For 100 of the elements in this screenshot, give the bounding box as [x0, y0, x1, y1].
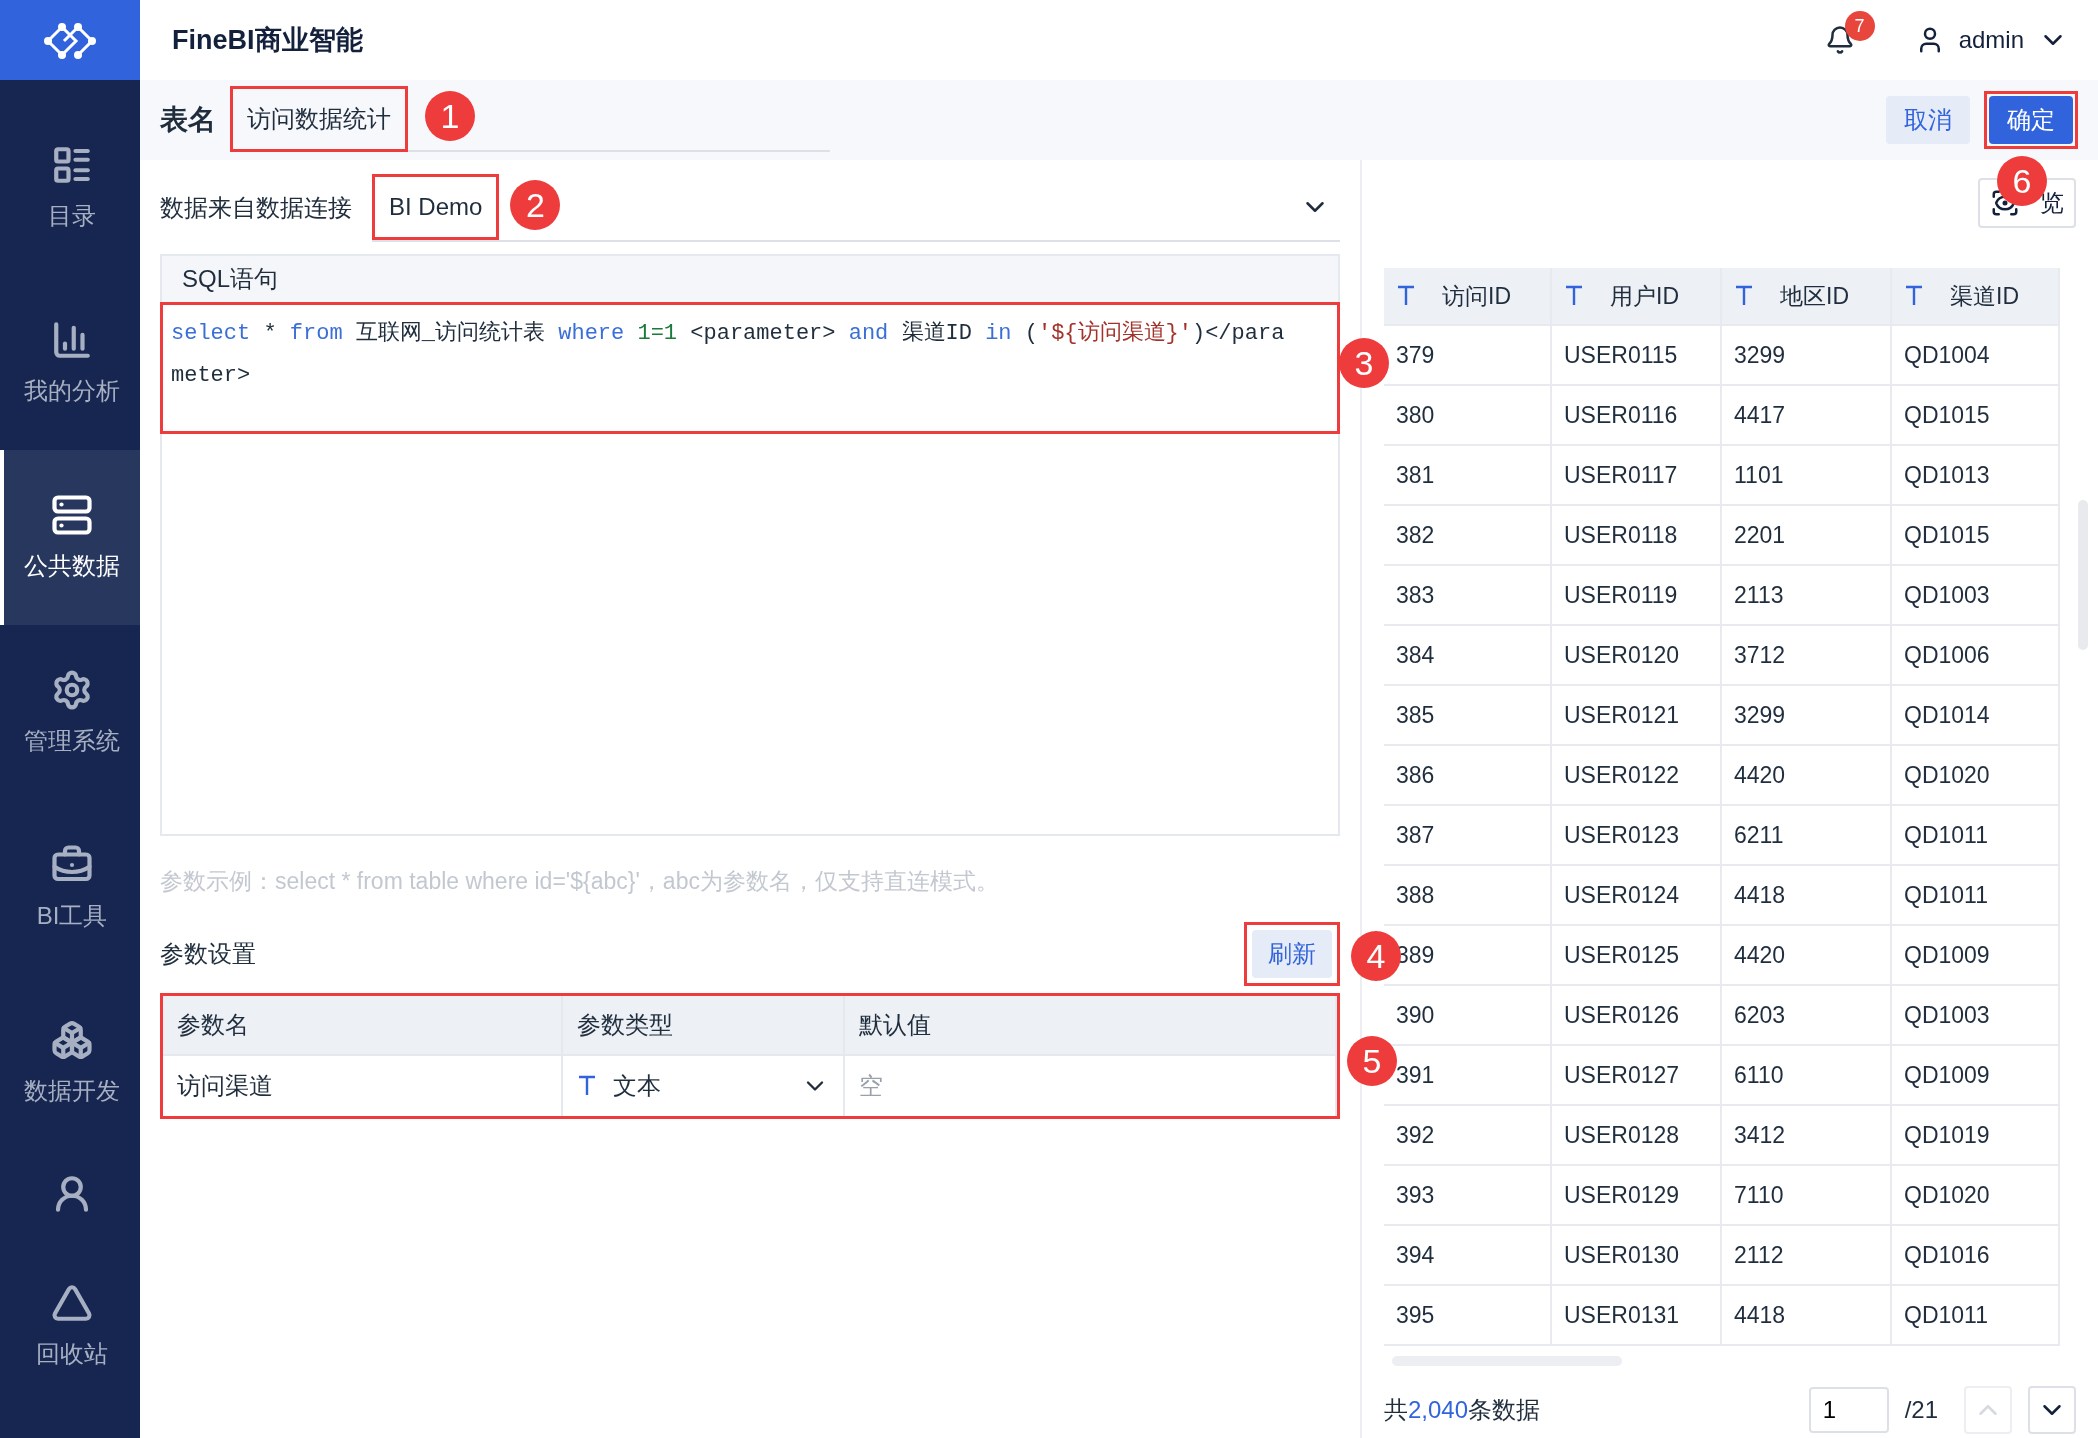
- sidebar-label: 我的分析: [24, 375, 120, 406]
- notification-badge: 7: [1844, 11, 1875, 41]
- table-cell: USER0122: [1552, 746, 1722, 804]
- table-cell: QD1020: [1892, 746, 2060, 804]
- table-cell: 386: [1384, 746, 1552, 804]
- sidebar-label: 目录: [48, 200, 96, 231]
- table-cell: 4418: [1722, 866, 1892, 924]
- table-cell: USER0117: [1552, 446, 1722, 504]
- table-cell: QD1003: [1892, 986, 2060, 1044]
- table-cell: 7110: [1722, 1166, 1892, 1224]
- cancel-button[interactable]: 取消: [1886, 96, 1970, 144]
- column-header: 用户ID: [1552, 268, 1722, 324]
- table-cell: 4420: [1722, 746, 1892, 804]
- table-cell: 380: [1384, 386, 1552, 444]
- table-cell: 390: [1384, 986, 1552, 1044]
- confirm-button[interactable]: 确定: [1989, 96, 2073, 144]
- parameter-hint: 参数示例：select * from table where id='${abc}'，abc为参数名，仅支持直连模式。: [160, 867, 1000, 896]
- sidebar-item[interactable]: 管理系统: [0, 625, 140, 800]
- parameter-name: 访问渠道: [163, 1056, 563, 1116]
- table-cell: 395: [1384, 1286, 1552, 1344]
- table-cell: USER0124: [1552, 866, 1722, 924]
- table-cell: 382: [1384, 506, 1552, 564]
- column-header: 访问ID: [1384, 268, 1552, 324]
- table-cell: QD1016: [1892, 1226, 2060, 1284]
- table-cell: QD1009: [1892, 926, 2060, 984]
- text-type-icon: [1734, 285, 1754, 307]
- table-cell: USER0123: [1552, 806, 1722, 864]
- sidebar-label: 回收站: [36, 1338, 108, 1369]
- connection-value: BI Demo: [388, 192, 484, 222]
- gear-icon: [51, 668, 93, 711]
- table-cell: USER0131: [1552, 1286, 1722, 1344]
- table-cell: QD1014: [1892, 686, 2060, 744]
- sidebar-item[interactable]: 回收站: [0, 1238, 140, 1413]
- column-header: 参数名: [163, 996, 563, 1054]
- table-cell: 381: [1384, 446, 1552, 504]
- table-cell: QD1013: [1892, 446, 2060, 504]
- table-cell: 6203: [1722, 986, 1892, 1044]
- record-count: 共2,040条数据: [1384, 1395, 1541, 1425]
- table-name-input[interactable]: 访问数据统计: [233, 89, 405, 149]
- type-select[interactable]: 文本: [563, 1056, 845, 1116]
- table-cell: USER0116: [1552, 386, 1722, 444]
- sql-editor-title: SQL语句: [162, 256, 1338, 302]
- sidebar-item[interactable]: BI工具: [0, 800, 140, 975]
- table-cell: USER0129: [1552, 1166, 1722, 1224]
- table-cell: USER0120: [1552, 626, 1722, 684]
- column-header: 默认值: [845, 996, 1337, 1054]
- page-total: /21: [1904, 1396, 1938, 1424]
- table-cell: 394: [1384, 1226, 1552, 1284]
- callout-number: 2: [510, 180, 561, 230]
- table-cell: QD1011: [1892, 866, 2060, 924]
- table-cell: 3412: [1722, 1106, 1892, 1164]
- table-name-label: 表名: [160, 103, 216, 137]
- callout-number: 5: [1347, 1036, 1397, 1086]
- table-cell: USER0128: [1552, 1106, 1722, 1164]
- table-cell: 393: [1384, 1166, 1552, 1224]
- table-cell: QD1019: [1892, 1106, 2060, 1164]
- table-cell: 2113: [1722, 566, 1892, 624]
- user-menu[interactable]: admin: [1914, 25, 2068, 55]
- table-cell: USER0125: [1552, 926, 1722, 984]
- table-cell: 6211: [1722, 806, 1892, 864]
- table-cell: 6110: [1722, 1046, 1892, 1104]
- sql-code: select * from 互联网_访问统计表 where 1=1 <parameter> and 渠道ID in ('${访问渠道}')</parameter>: [170, 319, 1286, 390]
- table-cell: QD1003: [1892, 566, 2060, 624]
- sidebar-item[interactable]: 我的分析: [0, 275, 140, 450]
- callout-number: 1: [425, 91, 475, 141]
- table-cell: QD1015: [1892, 386, 2060, 444]
- server-icon: [51, 493, 93, 536]
- table-cell: 384: [1384, 626, 1552, 684]
- cubes-icon: [51, 1018, 93, 1061]
- table-cell: QD1020: [1892, 1166, 2060, 1224]
- sidebar-item[interactable]: 公共数据: [0, 450, 140, 625]
- callout-number: 3: [1339, 338, 1389, 388]
- column-header: 参数类型: [563, 996, 845, 1054]
- table-cell: USER0126: [1552, 986, 1722, 1044]
- connection-label: 数据来自数据连接: [160, 193, 352, 223]
- page-input[interactable]: 1: [1808, 1387, 1889, 1433]
- sidebar-item[interactable]: 数据开发: [0, 975, 140, 1150]
- table-cell: 388: [1384, 866, 1552, 924]
- column-header: 地区ID: [1722, 268, 1892, 324]
- table-cell: 383: [1384, 566, 1552, 624]
- table-cell: 2201: [1722, 506, 1892, 564]
- table-cell: 387: [1384, 806, 1552, 864]
- table-cell: 2112: [1722, 1226, 1892, 1284]
- text-type-icon: [1396, 285, 1416, 307]
- app-title: FineBI商业智能: [172, 24, 364, 57]
- table-cell: 4420: [1722, 926, 1892, 984]
- table-cell: 4417: [1722, 386, 1892, 444]
- table-cell: USER0115: [1552, 326, 1722, 384]
- table-cell: 3712: [1722, 626, 1892, 684]
- text-type-icon: [577, 1075, 597, 1097]
- table-cell: 4418: [1722, 1286, 1892, 1344]
- table-cell: QD1009: [1892, 1046, 2060, 1104]
- parameter-settings-title: 参数设置: [160, 939, 256, 969]
- sidebar-item[interactable]: 目录: [0, 100, 140, 275]
- connection-select[interactable]: BI Demo 2: [372, 174, 1340, 242]
- column-header: 渠道ID: [1892, 268, 2060, 324]
- table-cell: 385: [1384, 686, 1552, 744]
- table-cell: QD1006: [1892, 626, 2060, 684]
- refresh-button[interactable]: 刷新: [1252, 930, 1332, 978]
- next-page-button[interactable]: [2028, 1386, 2076, 1434]
